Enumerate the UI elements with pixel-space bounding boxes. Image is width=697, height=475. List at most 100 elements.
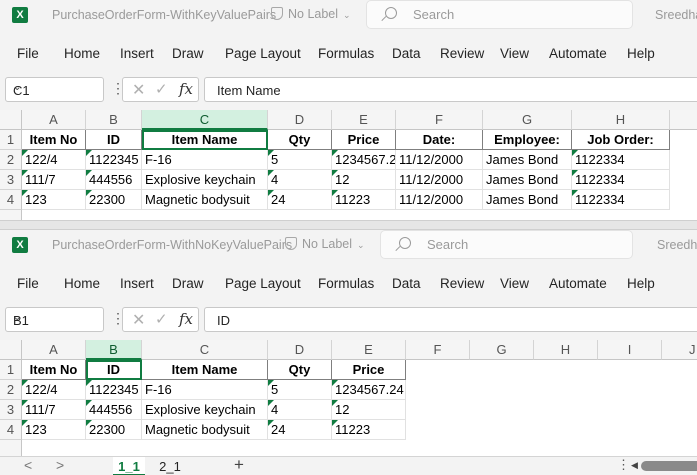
column-header-e[interactable]: E [332, 340, 406, 360]
spreadsheet-grid[interactable]: A B C D E F G H I J 1 2 3 4 Item No ID I… [0, 340, 697, 456]
cell-e2[interactable]: 1234567.24 [332, 380, 406, 400]
cell-b1[interactable]: ID [86, 130, 142, 150]
cell-c1[interactable]: Item Name [142, 130, 268, 150]
row-header-5[interactable] [0, 440, 22, 456]
column-header-g[interactable]: G [483, 110, 572, 130]
add-sheet-button[interactable]: + [234, 455, 244, 475]
menu-review[interactable]: Review [440, 276, 484, 291]
check-icon[interactable]: ✓ [155, 310, 168, 328]
previous-sheet-button[interactable]: < [24, 457, 32, 473]
cell-a4[interactable]: 123 [22, 420, 86, 440]
menu-help[interactable]: Help [627, 276, 655, 291]
name-box[interactable]: C1 ⌄ [5, 77, 104, 102]
menu-file[interactable]: File [17, 276, 39, 291]
column-header-g[interactable]: G [470, 340, 534, 360]
sensitivity-label[interactable]: No Label ⌄ [285, 237, 365, 251]
insert-function-icon[interactable]: fx [179, 310, 193, 328]
cell-c2[interactable]: F-16 [142, 150, 268, 170]
scroll-left-icon[interactable]: ◀ [631, 460, 638, 471]
cell-a1[interactable]: Item No [22, 360, 86, 380]
cell-f2[interactable]: 11/12/2000 [396, 150, 483, 170]
cancel-icon[interactable]: ✕ [132, 310, 145, 330]
user-name[interactable]: Sreedha [657, 238, 697, 252]
cell-b2[interactable]: 1122345 [86, 150, 142, 170]
cell-c4[interactable]: Magnetic bodysuit [142, 190, 268, 210]
cell-c3[interactable]: Explosive keychain [142, 400, 268, 420]
column-header-a[interactable]: A [22, 340, 86, 360]
formula-input[interactable]: ID [204, 307, 697, 332]
column-header-d[interactable]: D [268, 110, 332, 130]
column-header-b[interactable]: B [86, 110, 142, 130]
row-header-4[interactable]: 4 [0, 190, 22, 210]
menu-automate[interactable]: Automate [549, 46, 607, 61]
cell-f1[interactable]: Date: [396, 130, 483, 150]
cell-g1[interactable]: Employee: [483, 130, 572, 150]
cell-d1[interactable]: Qty [268, 130, 332, 150]
menu-file[interactable]: File [17, 46, 39, 61]
cell-a1[interactable]: Item No [22, 130, 86, 150]
cell-e4[interactable]: 11223 [332, 190, 396, 210]
cell-h4[interactable]: 1122334 [572, 190, 670, 210]
next-sheet-button[interactable]: > [56, 457, 64, 473]
menu-page-layout[interactable]: Page Layout [225, 46, 301, 61]
horizontal-scrollbar[interactable] [641, 461, 697, 471]
cell-d4[interactable]: 24 [268, 420, 332, 440]
cell-d2[interactable]: 5 [268, 150, 332, 170]
menu-home[interactable]: Home [64, 46, 100, 61]
menu-page-layout[interactable]: Page Layout [225, 276, 301, 291]
cell-h3[interactable]: 1122334 [572, 170, 670, 190]
menu-home[interactable]: Home [64, 276, 100, 291]
spreadsheet-grid[interactable]: A B C D E F G H 1 2 3 4 Item No ID Item … [0, 110, 697, 220]
row-header-1[interactable]: 1 [0, 130, 22, 150]
menu-draw[interactable]: Draw [172, 46, 204, 61]
check-icon[interactable]: ✓ [155, 80, 168, 98]
column-header-h[interactable]: H [572, 110, 670, 130]
search-box[interactable]: Search [380, 230, 633, 259]
cell-b3[interactable]: 444556 [86, 170, 142, 190]
cell-d3[interactable]: 4 [268, 400, 332, 420]
row-header-2[interactable]: 2 [0, 380, 22, 400]
cell-e1[interactable]: Price [332, 360, 406, 380]
column-header-j[interactable]: J [662, 340, 697, 360]
menu-draw[interactable]: Draw [172, 276, 204, 291]
cell-a3[interactable]: 111/7 [22, 170, 86, 190]
menu-insert[interactable]: Insert [120, 276, 154, 291]
cell-c3[interactable]: Explosive keychain [142, 170, 268, 190]
cell-f3[interactable]: 11/12/2000 [396, 170, 483, 190]
cell-c4[interactable]: Magnetic bodysuit [142, 420, 268, 440]
cell-c2[interactable]: F-16 [142, 380, 268, 400]
column-header-f[interactable]: F [396, 110, 483, 130]
cell-b1[interactable]: ID [86, 360, 142, 380]
cell-a2[interactable]: 122/4 [22, 150, 86, 170]
column-header-c[interactable]: C [142, 110, 268, 130]
column-header-d[interactable]: D [268, 340, 332, 360]
cancel-icon[interactable]: ✕ [132, 80, 145, 100]
cell-b4[interactable]: 22300 [86, 420, 142, 440]
search-box[interactable]: Search [366, 0, 633, 29]
row-header-5[interactable] [0, 210, 22, 220]
menu-view[interactable]: View [500, 276, 529, 291]
select-all-corner[interactable] [0, 110, 22, 130]
row-header-4[interactable]: 4 [0, 420, 22, 440]
cell-h2[interactable]: 1122334 [572, 150, 670, 170]
cell-g4[interactable]: James Bond [483, 190, 572, 210]
cell-d1[interactable]: Qty [268, 360, 332, 380]
cell-b4[interactable]: 22300 [86, 190, 142, 210]
sensitivity-label[interactable]: No Label ⌄ [271, 7, 351, 21]
cell-f4[interactable]: 11/12/2000 [396, 190, 483, 210]
sheet-tab-2-1[interactable]: 2_1 [154, 457, 186, 475]
cell-d4[interactable]: 24 [268, 190, 332, 210]
cell-e4[interactable]: 11223 [332, 420, 406, 440]
menu-formulas[interactable]: Formulas [318, 46, 374, 61]
column-header-h[interactable]: H [534, 340, 598, 360]
row-header-3[interactable]: 3 [0, 170, 22, 190]
insert-function-icon[interactable]: fx [179, 80, 193, 98]
menu-data[interactable]: Data [392, 46, 421, 61]
cell-b3[interactable]: 444556 [86, 400, 142, 420]
column-header-c[interactable]: C [142, 340, 268, 360]
cell-a3[interactable]: 111/7 [22, 400, 86, 420]
column-header-b[interactable]: B [86, 340, 142, 360]
cell-g3[interactable]: James Bond [483, 170, 572, 190]
cell-e2[interactable]: 1234567.24 [332, 150, 396, 170]
cell-g2[interactable]: James Bond [483, 150, 572, 170]
